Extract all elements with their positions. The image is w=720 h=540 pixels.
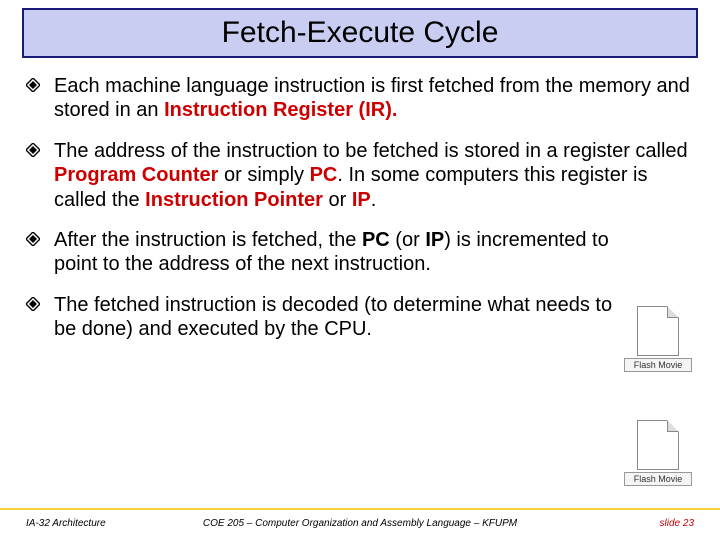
keyword-program-counter: Program Counter [54, 164, 218, 186]
bullet-text: Each machine language instruction is fir… [54, 75, 690, 121]
bullet-text: The fetched instruction is decoded (to d… [54, 294, 612, 340]
footer-stripe [0, 508, 720, 510]
bullet-1: Each machine language instruction is fir… [26, 74, 694, 123]
keyword-pc: PC [362, 229, 390, 251]
diamond-bullet-icon [26, 143, 40, 157]
bullet-text: After the instruction is fetched, the PC… [54, 229, 609, 275]
title-box: Fetch-Execute Cycle [22, 8, 698, 58]
document-icon [637, 306, 679, 356]
diamond-bullet-icon [26, 78, 40, 92]
footer-center: COE 205 – Computer Organization and Asse… [0, 518, 720, 529]
footer-right: slide 23 [660, 518, 694, 529]
slide: Fetch-Execute Cycle Each machine languag… [0, 0, 720, 540]
keyword-ip: IP [425, 229, 444, 251]
flash-movie-link-1[interactable]: Flash Movie [624, 306, 692, 372]
diamond-bullet-icon [26, 297, 40, 311]
text-span: After the instruction is fetched, the [54, 229, 362, 251]
text-span: . [371, 189, 377, 211]
keyword-ip: IP [352, 189, 371, 211]
text-span: The address of the instruction to be fet… [54, 140, 688, 162]
bullet-4: The fetched instruction is decoded (to d… [26, 293, 694, 342]
flash-movie-label: Flash Movie [624, 358, 692, 372]
bullet-3: After the instruction is fetched, the PC… [26, 228, 694, 277]
text-span: or [323, 189, 352, 211]
diamond-bullet-icon [26, 232, 40, 246]
footer-left: IA-32 Architecture [26, 518, 106, 529]
bullet-text: The address of the instruction to be fet… [54, 140, 688, 211]
slide-footer: IA-32 Architecture COE 205 – Computer Or… [0, 514, 720, 532]
slide-title: Fetch-Execute Cycle [222, 16, 499, 50]
flash-movie-label: Flash Movie [624, 472, 692, 486]
bullet-2: The address of the instruction to be fet… [26, 139, 694, 212]
text-span: or simply [218, 164, 309, 186]
keyword-pc: PC [310, 164, 338, 186]
keyword-instruction-register: Instruction Register [164, 99, 353, 121]
text-span: (IR). [353, 99, 397, 121]
document-icon [637, 420, 679, 470]
slide-body: Each machine language instruction is fir… [26, 74, 694, 358]
flash-movie-link-2[interactable]: Flash Movie [624, 420, 692, 486]
keyword-instruction-pointer: Instruction Pointer [145, 189, 323, 211]
text-span: (or [390, 229, 426, 251]
